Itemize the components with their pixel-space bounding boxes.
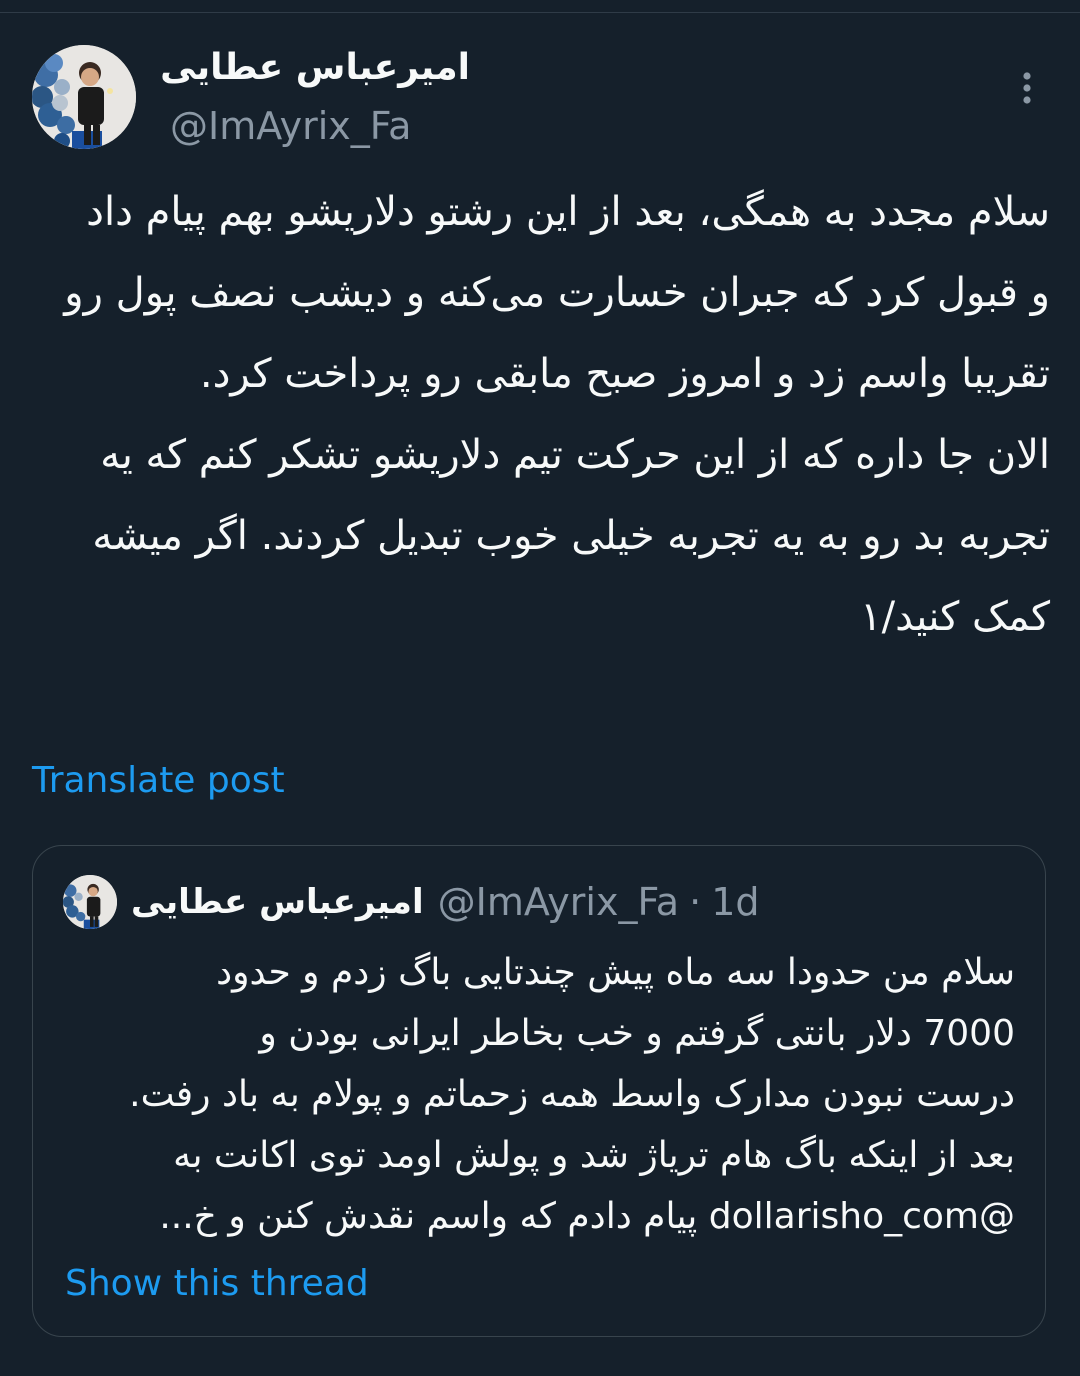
quoted-tweet-card[interactable]: امیرعباس عطایی @ImAyrix_Fa · 1d سلام من … xyxy=(32,845,1046,1337)
quoted-line: 7000 دلار بانتی گرفتم و خب بخاطر ایرانی … xyxy=(259,1013,1015,1054)
quoted-author-avatar[interactable] xyxy=(63,875,117,929)
tweet-paragraph: سلام مجدد به همگی، بعد از این رشتو دلاری… xyxy=(64,189,1050,397)
meta-separator: · xyxy=(689,880,702,924)
quoted-tweet-text: سلام من حدودا سه ماه پیش چندتایی باگ زدم… xyxy=(73,942,1015,1247)
quoted-author-display-name[interactable]: امیرعباس عطایی xyxy=(131,882,424,922)
quoted-line: بعد از اینکه باگ هام تریاژ شد و پولش اوم… xyxy=(173,1135,1015,1176)
quoted-author-handle[interactable]: @ImAyrix_Fa xyxy=(438,880,679,924)
author-handle[interactable]: @ImAyrix_Fa xyxy=(170,100,411,152)
translate-post-link[interactable]: Translate post xyxy=(32,755,285,807)
quoted-line: درست نبودن مدارک واسط همه زحماتم و پولام… xyxy=(129,1074,1015,1115)
quoted-line: @dollarisho_com پیام دادم که واسم نقدش ک… xyxy=(159,1196,1015,1237)
author-avatar[interactable] xyxy=(32,45,136,149)
top-divider xyxy=(0,0,1080,13)
more-vertical-icon[interactable] xyxy=(1012,70,1042,110)
tweet-text: سلام مجدد به همگی، بعد از این رشتو دلاری… xyxy=(60,172,1050,658)
show-thread-link[interactable]: Show this thread xyxy=(65,1258,369,1310)
quoted-tweet-header: امیرعباس عطایی @ImAyrix_Fa · 1d xyxy=(63,874,760,930)
quoted-line: سلام من حدودا سه ماه پیش چندتایی باگ زدم… xyxy=(216,952,1015,993)
quoted-tweet-timestamp[interactable]: 1d xyxy=(711,880,759,924)
tweet-paragraph: الان جا داره که از این حرکت تیم دلاریشو … xyxy=(92,432,1050,640)
author-display-name[interactable]: امیرعباس عطایی xyxy=(160,40,470,96)
